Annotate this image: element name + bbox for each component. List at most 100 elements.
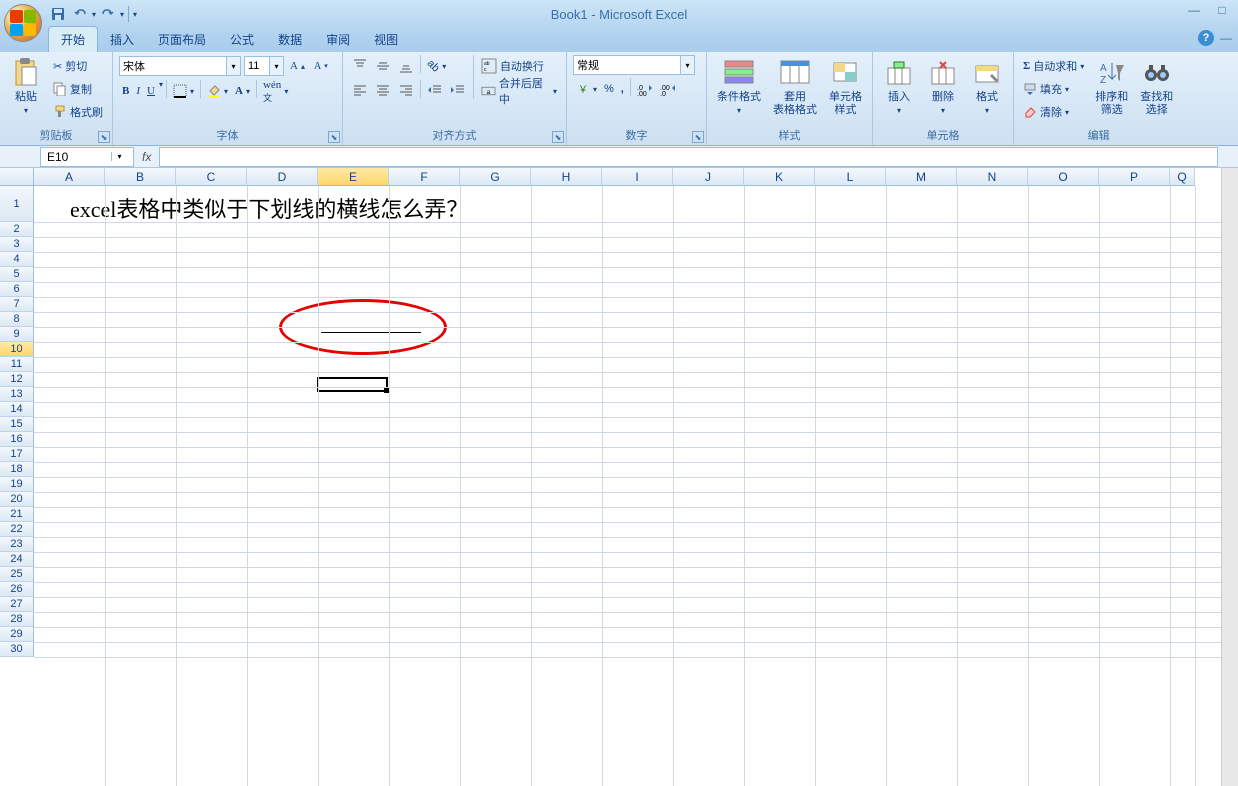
row-header-22[interactable]: 22 [0,522,34,537]
orientation-button[interactable]: ab▾ [424,55,449,77]
percent-button[interactable]: % [601,78,617,100]
format-table-button[interactable]: 套用 表格格式 [769,55,821,119]
redo-button[interactable] [98,4,118,24]
insert-cells-button[interactable]: 插入▾ [879,55,919,119]
col-header-n[interactable]: N [957,168,1028,186]
col-header-o[interactable]: O [1028,168,1099,186]
col-header-j[interactable]: J [673,168,744,186]
col-header-a[interactable]: A [34,168,105,186]
font-launcher[interactable]: ⬊ [328,131,340,143]
row-header-18[interactable]: 18 [0,462,34,477]
formula-input[interactable] [159,147,1218,167]
row-header-12[interactable]: 12 [0,372,34,387]
row-header-20[interactable]: 20 [0,492,34,507]
format-painter-button[interactable]: 格式刷 [50,101,106,123]
bold-button[interactable]: B [119,80,132,102]
tab-formulas[interactable]: 公式 [218,27,266,52]
align-right-button[interactable] [395,80,417,102]
row-header-13[interactable]: 13 [0,387,34,402]
tab-view[interactable]: 视图 [362,27,410,52]
row-header-24[interactable]: 24 [0,552,34,567]
cut-button[interactable]: ✂剪切 [50,55,106,77]
vertical-scrollbar[interactable] [1221,168,1238,786]
row-header-3[interactable]: 3 [0,237,34,252]
tab-home[interactable]: 开始 [48,26,98,52]
font-size-combo[interactable]: ▾ [244,55,284,77]
col-header-b[interactable]: B [105,168,176,186]
phonetic-button[interactable]: wén文▾ [260,80,291,102]
align-top-button[interactable] [349,55,371,77]
row-header-17[interactable]: 17 [0,447,34,462]
row-header-8[interactable]: 8 [0,312,34,327]
row-header-1[interactable]: 1 [0,186,34,222]
col-header-d[interactable]: D [247,168,318,186]
copy-button[interactable]: 复制 [50,78,106,100]
fill-button[interactable]: 填充▾ [1020,78,1087,100]
row-header-30[interactable]: 30 [0,642,34,657]
row-header-7[interactable]: 7 [0,297,34,312]
align-left-button[interactable] [349,80,371,102]
clipboard-launcher[interactable]: ⬊ [98,131,110,143]
clear-button[interactable]: 清除▾ [1020,101,1087,123]
col-header-h[interactable]: H [531,168,602,186]
undo-dropdown[interactable]: ▾ [92,10,96,19]
row-header-10[interactable]: 10 [0,342,34,357]
row-header-28[interactable]: 28 [0,612,34,627]
tab-insert[interactable]: 插入 [98,27,146,52]
comma-button[interactable]: , [618,78,627,100]
qat-customize[interactable]: ▾ [133,10,137,19]
name-box-input[interactable] [41,150,111,164]
col-header-c[interactable]: C [176,168,247,186]
grow-font-button[interactable]: A▴ [287,55,308,77]
name-box-dropdown[interactable]: ▾ [111,152,127,161]
align-center-button[interactable] [372,80,394,102]
tab-page-layout[interactable]: 页面布局 [146,27,218,52]
sort-filter-button[interactable]: AZ 排序和 筛选 [1091,55,1132,119]
row-header-23[interactable]: 23 [0,537,34,552]
underline-button[interactable]: U [144,80,158,102]
col-header-q[interactable]: Q [1170,168,1195,186]
row-header-14[interactable]: 14 [0,402,34,417]
merge-center-button[interactable]: a合并后居中▾ [478,80,560,102]
col-header-e[interactable]: E [318,168,389,186]
align-bottom-button[interactable] [395,55,417,77]
currency-button[interactable]: ￥▾ [573,78,600,100]
decrease-decimal-button[interactable]: .00.0 [657,78,679,100]
row-header-26[interactable]: 26 [0,582,34,597]
col-header-p[interactable]: P [1099,168,1170,186]
redo-dropdown[interactable]: ▾ [120,10,124,19]
row-header-19[interactable]: 19 [0,477,34,492]
col-header-g[interactable]: G [460,168,531,186]
row-header-16[interactable]: 16 [0,432,34,447]
undo-button[interactable] [70,4,90,24]
font-name-combo[interactable]: ▾ [119,55,241,77]
number-launcher[interactable]: ⬊ [692,131,704,143]
col-header-f[interactable]: F [389,168,460,186]
delete-cells-button[interactable]: 删除▾ [923,55,963,119]
format-cells-button[interactable]: 格式▾ [967,55,1007,119]
border-button[interactable]: ▾ [170,80,197,102]
office-button[interactable] [4,4,42,42]
increase-indent-button[interactable] [447,80,469,102]
ribbon-minimize-button[interactable]: — [1220,31,1232,45]
cells-area[interactable]: excel表格中类似于下划线的横线怎么弄？ [34,186,1238,786]
conditional-format-button[interactable]: 条件格式▾ [713,55,765,119]
row-header-4[interactable]: 4 [0,252,34,267]
autosum-button[interactable]: Σ自动求和▾ [1020,55,1087,77]
minimize-button[interactable]: — [1182,2,1206,18]
name-box[interactable]: ▾ [40,147,134,167]
col-header-i[interactable]: I [602,168,673,186]
underline-dropdown[interactable]: ▾ [159,80,163,102]
row-header-27[interactable]: 27 [0,597,34,612]
maximize-button[interactable]: □ [1210,2,1234,18]
row-header-21[interactable]: 21 [0,507,34,522]
tab-review[interactable]: 审阅 [314,27,362,52]
number-format-combo[interactable]: ▾ [573,55,695,75]
italic-button[interactable]: I [133,80,143,102]
alignment-launcher[interactable]: ⬊ [552,131,564,143]
shrink-font-button[interactable]: A▾ [311,55,331,77]
fx-icon[interactable]: fx [134,150,159,164]
row-header-2[interactable]: 2 [0,222,34,237]
save-button[interactable] [48,4,68,24]
row-header-11[interactable]: 11 [0,357,34,372]
